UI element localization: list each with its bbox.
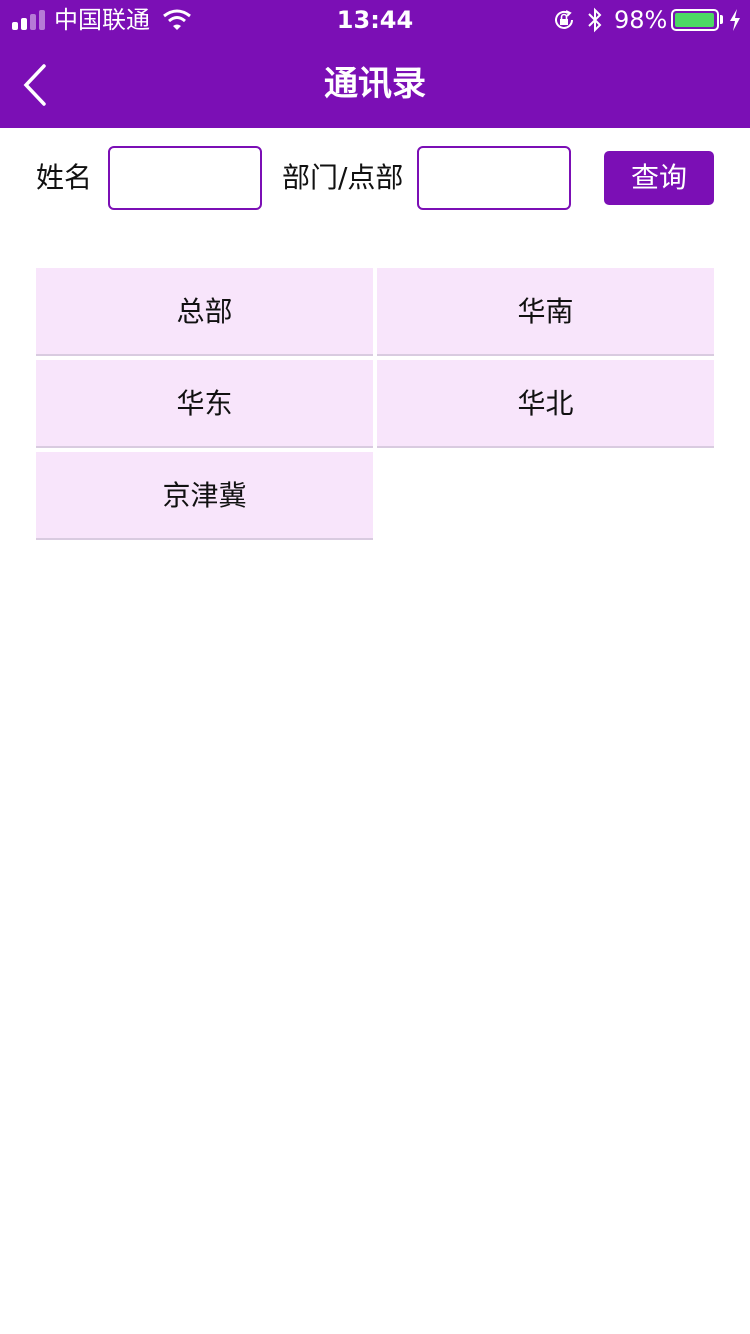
dept-label: 部门/点部 <box>282 161 404 194</box>
search-bar: 姓名 部门/点部 查询 <box>0 128 750 228</box>
battery-percent: 98% <box>614 6 668 34</box>
name-label: 姓名 <box>36 161 93 194</box>
dept-input[interactable] <box>417 146 571 210</box>
battery-tip <box>720 15 723 24</box>
department-item[interactable]: 京津冀 <box>36 452 373 540</box>
battery-icon <box>671 9 719 31</box>
name-input[interactable] <box>108 146 262 210</box>
app-header: 中国联通 13:44 98% 通讯录 <box>0 0 750 128</box>
department-item[interactable]: 华东 <box>36 360 373 448</box>
nav-bar: 通讯录 <box>0 40 750 128</box>
department-item[interactable]: 总部 <box>36 268 373 356</box>
department-item[interactable]: 华南 <box>377 268 714 356</box>
charging-icon <box>730 9 740 31</box>
bluetooth-icon <box>588 7 602 33</box>
status-bar: 中国联通 13:44 98% <box>0 0 750 40</box>
rotation-lock-icon <box>555 10 573 29</box>
page-title: 通讯录 <box>324 64 426 104</box>
query-button[interactable]: 查询 <box>604 151 714 205</box>
department-item[interactable]: 华北 <box>377 360 714 448</box>
